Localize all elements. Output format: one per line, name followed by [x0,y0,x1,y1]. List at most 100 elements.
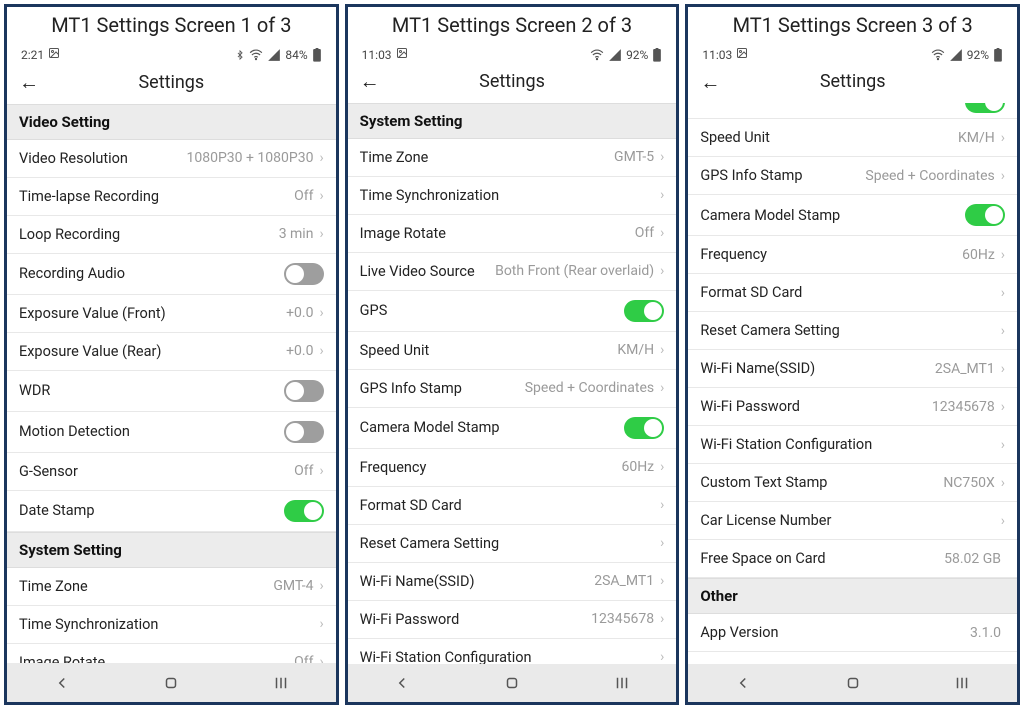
settings-row[interactable]: Wi-Fi Name(SSID)2SA_MT1› [348,563,677,601]
toggle-switch[interactable] [284,263,324,285]
row-label: Reset Camera Setting [360,535,658,552]
settings-row[interactable]: Wi-Fi Station Configuration› [688,426,1017,464]
row-label: Camera Model Stamp [700,207,965,224]
row-label: App Version [700,624,970,641]
row-value: 60Hz [962,247,995,263]
nav-home-button[interactable] [837,674,869,692]
status-time: 2:21 [21,48,44,62]
nav-recent-button[interactable] [946,674,978,692]
toggle-switch[interactable] [624,300,664,322]
back-button[interactable]: ← [17,72,41,92]
settings-row[interactable]: Camera Model Stamp [348,408,677,449]
toggle-switch[interactable] [284,380,324,402]
nav-back-button[interactable] [727,674,759,692]
settings-panel-3: MT1 Settings Screen 3 of 311:0392%←Setti… [685,4,1020,705]
status-bar: 11:0392% [348,43,677,64]
wifi-icon [249,48,263,62]
settings-row[interactable]: Wi-Fi Station Configuration› [348,639,677,665]
settings-row[interactable]: GPS Info StampSpeed + Coordinates› [688,157,1017,195]
toggle-switch[interactable] [284,421,324,443]
chevron-right-icon: › [660,225,664,241]
settings-row[interactable]: Wi-Fi Password12345678› [688,388,1017,426]
settings-row[interactable]: GPS [348,291,677,332]
image-icon [396,47,408,62]
row-value: 60Hz [621,459,654,475]
settings-row[interactable]: Video Resolution1080P30 + 1080P30› [7,140,336,178]
signal-icon [949,48,963,62]
settings-list[interactable]: Video SettingVideo Resolution1080P30 + 1… [7,104,336,664]
settings-row[interactable]: WDR [7,371,336,412]
settings-row[interactable]: Wi-Fi Name(SSID)2SA_MT1› [688,350,1017,388]
settings-row[interactable]: Time Synchronization› [7,606,336,644]
settings-row[interactable]: Time ZoneGMT-4› [7,568,336,606]
nav-recent-button[interactable] [265,674,297,692]
nav-home-button[interactable] [496,674,528,692]
chevron-right-icon: › [319,463,323,479]
row-label: Reset Camera Setting [700,322,998,339]
settings-list[interactable]: System SettingTime ZoneGMT-5›Time Synchr… [348,103,677,665]
toggle-switch[interactable] [624,417,664,439]
settings-row[interactable]: Image RotateOff› [7,644,336,664]
settings-row[interactable]: Wi-Fi Password12345678› [348,601,677,639]
row-label: Video Resolution [19,150,186,167]
settings-row[interactable]: Reset Camera Setting› [348,525,677,563]
battery-icon [993,48,1003,62]
row-label: Format SD Card [700,284,998,301]
settings-row[interactable]: Custom Text StampNC750X› [688,464,1017,502]
nav-recent-button[interactable] [606,674,638,692]
row-label: Camera Model Stamp [360,419,625,436]
row-label: WDR [19,382,284,399]
settings-row[interactable]: Car License Number› [688,502,1017,540]
settings-row[interactable]: Format SD Card› [688,274,1017,312]
settings-row[interactable]: Speed UnitKM/H› [348,332,677,370]
settings-row[interactable]: Exposure Value (Rear)+0.0› [7,333,336,371]
chevron-right-icon: › [660,573,664,589]
chevron-right-icon: › [660,497,664,513]
settings-row[interactable]: Live Video SourceBoth Front (Rear overla… [348,253,677,291]
back-button[interactable]: ← [358,71,382,91]
toggle-switch[interactable] [965,103,1005,113]
row-label: Wi-Fi Password [700,398,932,415]
settings-row[interactable]: Time-lapse RecordingOff› [7,178,336,216]
settings-row[interactable]: G-SensorOff› [7,453,336,491]
settings-row[interactable]: GPS Info StampSpeed + Coordinates› [348,370,677,408]
row-label: G-Sensor [19,463,294,480]
settings-row[interactable]: Time Synchronization› [348,177,677,215]
chevron-right-icon: › [660,535,664,551]
row-label: Exposure Value (Rear) [19,343,286,360]
back-button[interactable]: ← [698,72,722,92]
toggle-switch[interactable] [965,204,1005,226]
settings-row[interactable]: Time ZoneGMT-5› [348,139,677,177]
settings-list[interactable]: Speed UnitKM/H›GPS Info StampSpeed + Coo… [688,103,1017,664]
row-value: Off [635,225,654,241]
row-label: Custom Text Stamp [700,474,943,491]
settings-row[interactable]: Motion Detection [7,412,336,453]
nav-home-button[interactable] [155,674,187,692]
status-bar: 2:2184% [7,43,336,64]
nav-back-button[interactable] [386,674,418,692]
row-label: Date Stamp [19,502,284,519]
row-label: Motion Detection [19,423,284,440]
settings-row[interactable]: Image RotateOff› [348,215,677,253]
settings-row[interactable]: Exposure Value (Front)+0.0› [7,295,336,333]
settings-row[interactable]: Recording Audio [7,254,336,295]
settings-row[interactable]: Frequency60Hz› [348,449,677,487]
app-bar: ←Settings [348,64,677,103]
settings-row[interactable]: Camera Model Stamp [688,195,1017,236]
settings-row[interactable]: Speed UnitKM/H› [688,119,1017,157]
row-label: Wi-Fi Password [360,611,592,628]
row-label: Frequency [360,459,622,476]
row-label: Wi-Fi Name(SSID) [700,360,935,377]
settings-row[interactable]: Reset Camera Setting› [688,312,1017,350]
status-bar: 11:0392% [688,43,1017,64]
settings-row[interactable]: Format SD Card› [348,487,677,525]
toggle-switch[interactable] [284,500,324,522]
chevron-right-icon: › [660,649,664,664]
settings-row[interactable]: Date Stamp [7,491,336,532]
row-label: Exposure Value (Front) [19,305,286,322]
appbar-title: Settings [688,71,1017,92]
nav-back-button[interactable] [46,674,78,692]
settings-row[interactable]: Frequency60Hz› [688,236,1017,274]
settings-row[interactable]: Loop Recording3 min› [7,216,336,254]
partial-row [688,103,1017,119]
